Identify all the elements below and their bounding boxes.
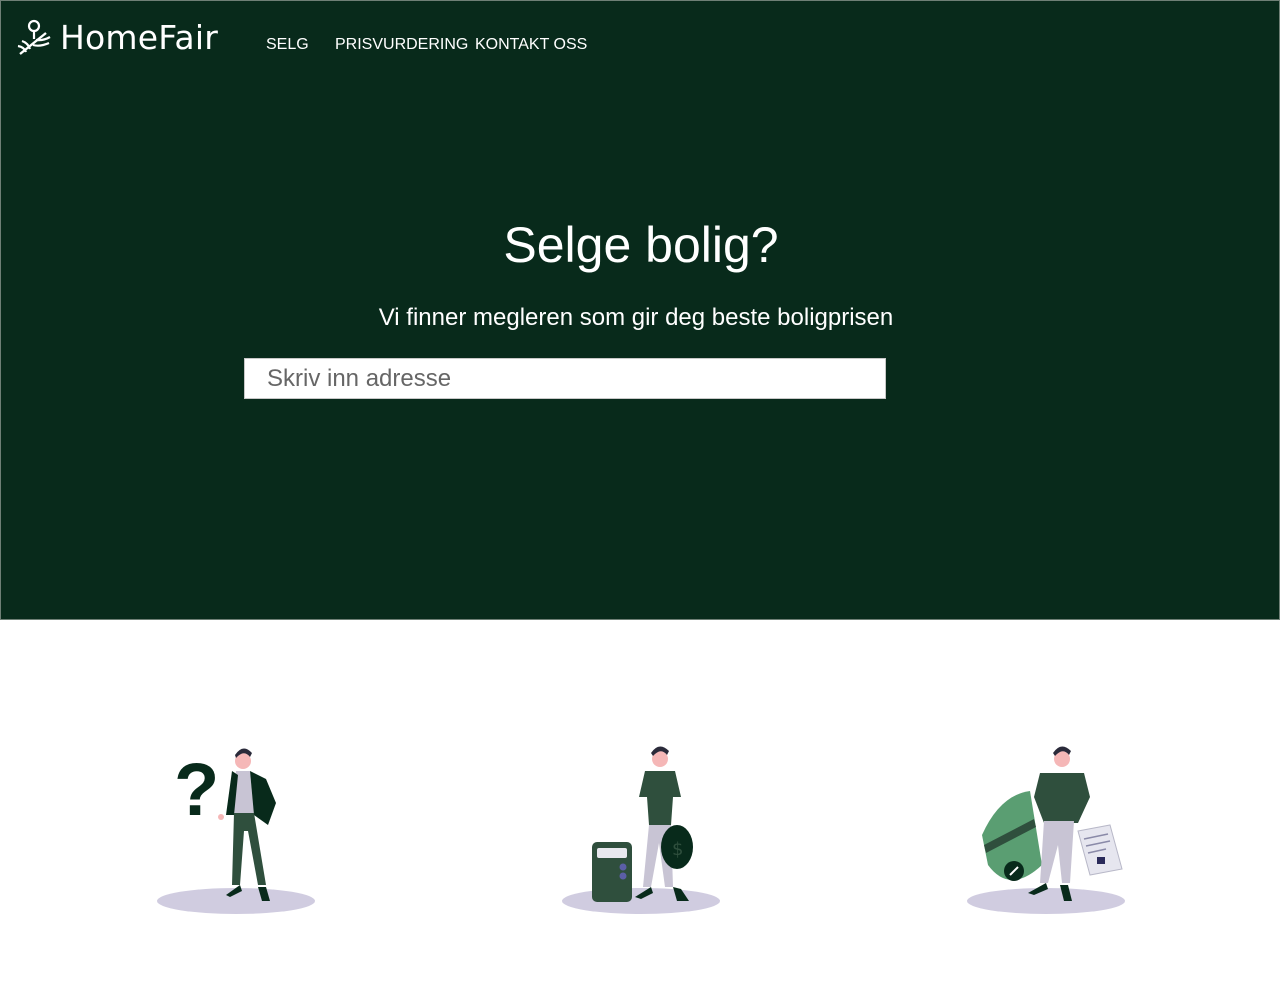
logo-icon <box>16 17 52 57</box>
hero-subtitle: Vi finner megleren som gir deg beste bol… <box>378 304 894 331</box>
person-card-document-icon <box>960 735 1130 925</box>
brand-name: HomeFair <box>60 17 218 57</box>
brand-logo[interactable]: HomeFair <box>16 17 218 57</box>
person-question-icon: ? <box>150 735 320 925</box>
address-search-input[interactable] <box>244 358 886 399</box>
nav-link-kontakt-oss[interactable]: KONTAKT OSS <box>475 36 587 54</box>
nav-link-prisvurdering[interactable]: PRISVURDERING <box>335 36 468 54</box>
svg-text:?: ? <box>174 748 219 831</box>
svg-text:$: $ <box>672 839 683 860</box>
hero-title: Selge bolig? <box>503 217 779 273</box>
nav-link-selg[interactable]: SELG <box>266 36 309 54</box>
person-calculator-coin-icon: $ <box>555 735 725 925</box>
hero-section: HomeFair SELG PRISVURDERING KONTAKT OSS … <box>0 0 1280 620</box>
